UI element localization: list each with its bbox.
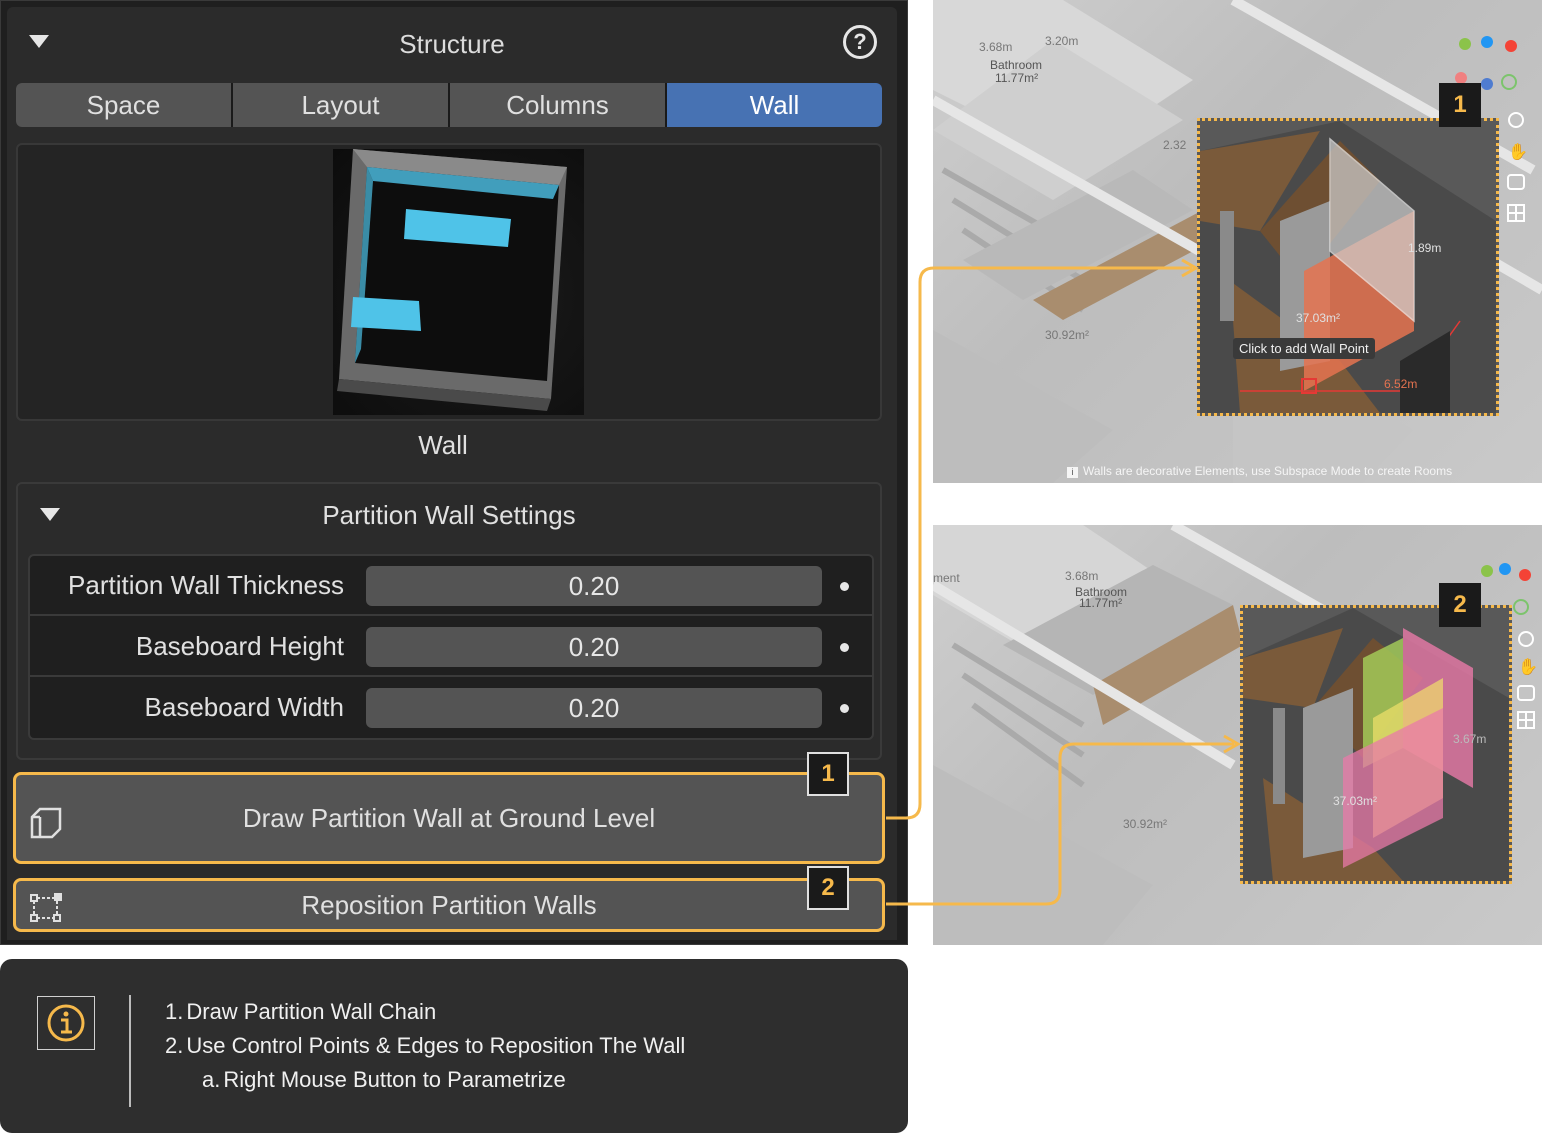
- tab-layout[interactable]: Layout: [233, 83, 448, 127]
- info-subitem: a. Right Mouse Button to Parametrize: [202, 1067, 566, 1092]
- area-label: 37.03m²: [1296, 311, 1341, 325]
- room-area: 11.77m²: [1079, 596, 1123, 610]
- room-label: Bathroom: [990, 58, 1043, 72]
- dimension-label: 6.52m: [1384, 377, 1418, 391]
- camera-icon[interactable]: [1517, 685, 1535, 701]
- status-message: i Walls are decorative Elements, use Subs…: [1067, 464, 1452, 478]
- pan-hand-icon[interactable]: ✋: [1518, 657, 1538, 677]
- viewport-draw-wall[interactable]: 3.68m 3.20m 2.32 Bathroom 11.77m² 30.92m…: [933, 0, 1542, 483]
- info-item: 1. Draw Partition Wall Chain: [165, 999, 437, 1024]
- baseboard-width-field[interactable]: 0.20: [366, 688, 822, 728]
- control-points-icon: [28, 889, 64, 932]
- room-area: 11.77m²: [995, 71, 1039, 85]
- reposition-button-label: Reposition Partition Walls: [301, 889, 597, 920]
- wall-preview-box[interactable]: [16, 143, 882, 421]
- partition-wall-settings: Partition Wall Settings Partition Wall T…: [16, 482, 882, 760]
- area-label: 30.92m²: [1045, 328, 1090, 342]
- question-circle-icon[interactable]: ?: [843, 25, 877, 59]
- tab-wall[interactable]: Wall: [667, 83, 882, 127]
- pan-hand-icon[interactable]: ✋: [1508, 142, 1528, 162]
- grid-icon[interactable]: [1507, 204, 1525, 222]
- info-icon: [37, 996, 95, 1050]
- step-badge-2: 2: [1439, 583, 1481, 627]
- wall-preview-image: [333, 149, 584, 415]
- dimension-label: 3.68m: [1065, 569, 1099, 583]
- setting-label: Baseboard Height: [135, 631, 344, 661]
- baseboard-height-field[interactable]: 0.20: [366, 627, 822, 667]
- zoom-icon[interactable]: [1518, 631, 1534, 647]
- setting-label: Partition Wall Thickness: [68, 570, 344, 600]
- wall-dimension-label: 1.89m: [1408, 241, 1442, 255]
- dimension-label: 3.67m: [1453, 732, 1487, 746]
- zoom-icon[interactable]: [1508, 112, 1524, 128]
- edge-label: ment: [933, 571, 960, 585]
- viewport-reposition-wall[interactable]: ment 3.68m Bathroom 11.77m² 30.92m² 37.0…: [933, 525, 1542, 945]
- highlight-region-2: 37.03m² 3.67m: [1240, 605, 1512, 884]
- viewport-toolbar: ✋: [1503, 106, 1529, 226]
- keyframe-dot-icon[interactable]: [840, 582, 849, 591]
- thickness-field[interactable]: 0.20: [366, 566, 822, 606]
- partition-wall-icon: [28, 805, 64, 848]
- setting-row-thickness: Partition Wall Thickness 0.20: [30, 556, 872, 616]
- tab-columns[interactable]: Columns: [450, 83, 665, 127]
- area-label: 30.92m²: [1123, 817, 1168, 831]
- draw-button-label: Draw Partition Wall at Ground Level: [242, 802, 656, 833]
- setting-row-baseboard-width: Baseboard Width 0.20: [30, 678, 872, 738]
- reposition-partition-walls-button[interactable]: Reposition Partition Walls: [13, 878, 885, 932]
- dimension-label: 3.20m: [1045, 34, 1079, 48]
- step-badge-1: 1: [1439, 83, 1481, 127]
- keyframe-dot-icon[interactable]: [840, 704, 849, 713]
- settings-table: Partition Wall Thickness 0.20 Baseboard …: [28, 554, 874, 740]
- grid-icon[interactable]: [1517, 711, 1535, 729]
- info-divider: [129, 995, 131, 1107]
- highlight-region-1: 37.03m² 1.89m 6.52m: [1197, 118, 1499, 416]
- setting-label: Baseboard Width: [144, 692, 344, 722]
- tab-space[interactable]: Space: [16, 83, 231, 127]
- info-item: 2. Use Control Points & Edges to Repositi…: [165, 1033, 686, 1058]
- info-icon: i: [1067, 467, 1078, 478]
- tooltip: Click to add Wall Point: [1233, 338, 1375, 359]
- panel-title: Structure: [399, 29, 505, 59]
- step-badge-2: 2: [807, 866, 849, 910]
- viewport-toolbar: ✋: [1513, 625, 1539, 745]
- step-badge-1: 1: [807, 752, 849, 796]
- keyframe-dot-icon[interactable]: [840, 643, 849, 652]
- draw-partition-wall-button[interactable]: Draw Partition Wall at Ground Level: [13, 772, 885, 864]
- setting-row-baseboard-height: Baseboard Height 0.20: [30, 617, 872, 677]
- camera-icon[interactable]: [1507, 174, 1525, 190]
- settings-title: Partition Wall Settings: [322, 500, 576, 530]
- structure-tabs: Space Layout Columns Wall: [16, 83, 882, 127]
- dimension-label: 3.68m: [979, 40, 1013, 54]
- dimension-label: 2.32: [1163, 138, 1187, 152]
- preview-label: Wall: [418, 430, 468, 460]
- panel-header[interactable]: Structure ?: [7, 7, 897, 77]
- info-box: 1. Draw Partition Wall Chain 2. Use Contro…: [0, 959, 908, 1133]
- area-label: 37.03m²: [1333, 794, 1378, 808]
